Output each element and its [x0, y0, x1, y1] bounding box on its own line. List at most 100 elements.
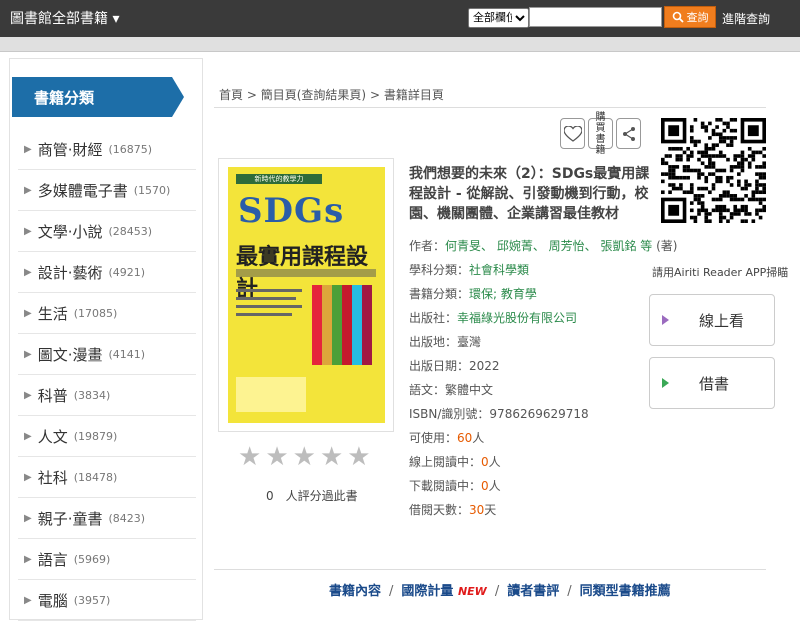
category-sidebar: 書籍分類 ▶ 商管‧財經 (16875) ▶ 多媒體電子書 (1570) ▶ 文學‧小說 (… — [9, 58, 203, 621]
isbn-row: ISBN/識別號：9786269629718 — [409, 402, 651, 426]
category-item[interactable]: ▶ 科普 (3834) — [18, 375, 196, 416]
triangle-right-icon: ▶ — [24, 594, 32, 606]
publisher-link[interactable]: 幸福綠光股份有限公司 — [457, 311, 577, 325]
tab-separator: / — [389, 584, 394, 599]
category-item[interactable]: ▶ 文學‧小說 (28453) — [18, 211, 196, 252]
category-item[interactable]: ▶ 社科 (18478) — [18, 457, 196, 498]
search-icon — [672, 11, 684, 23]
category-count: (16875) — [108, 142, 153, 156]
breadcrumb-separator: > — [246, 88, 257, 102]
category-item[interactable]: ▶ 親子‧童書 (8423) — [18, 498, 196, 539]
star-icon[interactable]: ★ — [265, 444, 288, 470]
tab-international-metrics[interactable]: 國際計量 NEW — [401, 584, 486, 599]
category-label: 人文 — [37, 427, 68, 446]
online-reading-row: 線上閱讀中：0人 — [409, 450, 651, 474]
category-item[interactable]: ▶ 語言 (5969) — [18, 539, 196, 580]
category-count: (3957) — [73, 593, 111, 607]
loan-days-label: 借閱天數： — [409, 503, 470, 517]
category-item[interactable]: ▶ 生活 (17085) — [18, 293, 196, 334]
buy-book-button[interactable]: 購買書籍 — [588, 112, 613, 156]
breadcrumb-list[interactable]: 簡目頁(查詢結果頁) — [261, 88, 366, 102]
date-row: 出版日期：2022 — [409, 354, 651, 378]
star-icon[interactable]: ★ — [293, 444, 316, 470]
tab-book-content[interactable]: 書籍內容 — [329, 584, 381, 599]
category-item[interactable]: ▶ 電腦 (3957) — [18, 580, 196, 621]
favorite-button[interactable] — [560, 118, 585, 149]
category-item[interactable]: ▶ 人文 (19879) — [18, 416, 196, 457]
book-info: 我們想要的未來（2）：SDGs最實用課程設計 - 從解說、引發動機到行動，校園、… — [409, 164, 677, 522]
category-item[interactable]: ▶ 設計‧藝術 (4921) — [18, 252, 196, 293]
category-count: (18478) — [73, 470, 118, 484]
star-icon[interactable]: ★ — [347, 444, 370, 470]
category-item[interactable]: ▶ 多媒體電子書 (1570) — [18, 170, 196, 211]
download-reading-unit: 人 — [488, 479, 501, 493]
subject-label: 學科分類： — [409, 263, 470, 277]
category-label: 書籍分類： — [409, 287, 470, 301]
category-label: 多媒體電子書 — [37, 181, 128, 200]
subject-link[interactable]: 社會科學類 — [469, 263, 529, 277]
category-item[interactable]: ▶ 圖文‧漫畫 (4141) — [18, 334, 196, 375]
category-list: ▶ 商管‧財經 (16875) ▶ 多媒體電子書 (1570) ▶ 文學‧小說 (28453… — [18, 129, 196, 621]
qr-code — [661, 118, 766, 253]
tab-reader-reviews[interactable]: 讀者書評 — [507, 584, 559, 599]
language-label: 語文： — [409, 383, 446, 397]
online-reading-value: 0 — [481, 455, 489, 469]
advanced-search-link[interactable]: 進階查詢 — [722, 10, 770, 27]
cover-sdg-blocks — [236, 285, 372, 365]
category-label: 生活 — [37, 304, 68, 323]
qr-caption: 請用Airiti Reader APP掃瞄 — [652, 266, 789, 279]
search-button-label: 查詢 — [686, 11, 709, 24]
breadcrumb-home[interactable]: 首頁 — [219, 88, 243, 102]
download-reading-label: 下載閱讀中： — [409, 479, 482, 493]
star-icon[interactable]: ★ — [238, 444, 261, 470]
loan-days-value: 30 — [469, 503, 485, 517]
sub-bar — [0, 37, 800, 52]
book-cover-frame: 新時代的教學力 SDGs 最實用課程設計 — [218, 158, 394, 432]
library-menu[interactable]: 圖書館全部書籍 ▾ — [10, 8, 119, 28]
divider — [214, 569, 766, 570]
star-icon[interactable]: ★ — [320, 444, 343, 470]
share-icon — [622, 126, 635, 141]
category-count: (1570) — [133, 183, 171, 197]
triangle-right-icon: ▶ — [24, 389, 32, 401]
loan-days-unit: 天 — [484, 503, 497, 517]
cover-sdgs: SDGs — [238, 191, 345, 231]
search-field-select[interactable]: 全部欄位 — [468, 8, 529, 28]
library-menu-label: 圖書館全部書籍 — [10, 11, 108, 27]
qr-code-image — [661, 118, 766, 223]
triangle-right-icon: ▶ — [24, 225, 32, 237]
publisher-row: 出版社：幸福綠光股份有限公司 — [409, 306, 651, 330]
author-label: 作者： — [409, 239, 446, 253]
book-actions: 購買書籍 — [560, 112, 641, 156]
book-title: 我們想要的未來（2）：SDGs最實用課程設計 - 從解說、引發動機到行動，校園、… — [409, 166, 650, 222]
breadcrumb-separator: > — [369, 88, 380, 102]
subject-row: 學科分類：社會科學類 — [409, 258, 651, 282]
author-links[interactable]: 何青旻、 邱婉菁、 周芳怡、 張凱銘 等 — [445, 239, 652, 253]
category-count: (19879) — [73, 429, 118, 443]
category-item[interactable]: ▶ 商管‧財經 (16875) — [18, 129, 196, 170]
search-input[interactable] — [529, 7, 662, 27]
book-cover[interactable]: 新時代的教學力 SDGs 最實用課程設計 — [228, 167, 385, 423]
category-header: 書籍分類 — [12, 77, 184, 117]
borrow-button[interactable]: 借書 — [649, 357, 775, 409]
tab-similar-books[interactable]: 同類型書籍推薦 — [580, 584, 671, 599]
category-label: 圖文‧漫畫 — [37, 345, 103, 364]
rating-stars[interactable]: ★ ★ ★ ★ ★ — [238, 444, 371, 470]
buy-book-label: 購買書籍 — [595, 111, 606, 156]
tab-separator: / — [494, 584, 500, 599]
caret-down-icon: ▾ — [108, 11, 120, 27]
tab-separator: / — [567, 584, 572, 599]
category-link[interactable]: 環保; 教育學 — [469, 287, 537, 301]
borrow-label: 借書 — [699, 374, 730, 393]
place-value: 臺灣 — [457, 335, 482, 349]
category-label: 電腦 — [37, 591, 68, 610]
search-button[interactable]: 查詢 — [664, 6, 716, 28]
cover-text-block — [236, 377, 306, 412]
category-count: (17085) — [73, 306, 118, 320]
cover-tag: 新時代的教學力 — [236, 174, 322, 184]
new-badge: NEW — [457, 585, 487, 598]
tab-international-metrics-label: 國際計量 — [401, 584, 454, 599]
read-online-button[interactable]: 線上看 — [649, 294, 775, 346]
share-button[interactable] — [616, 118, 641, 149]
category-count: (3834) — [73, 388, 111, 402]
